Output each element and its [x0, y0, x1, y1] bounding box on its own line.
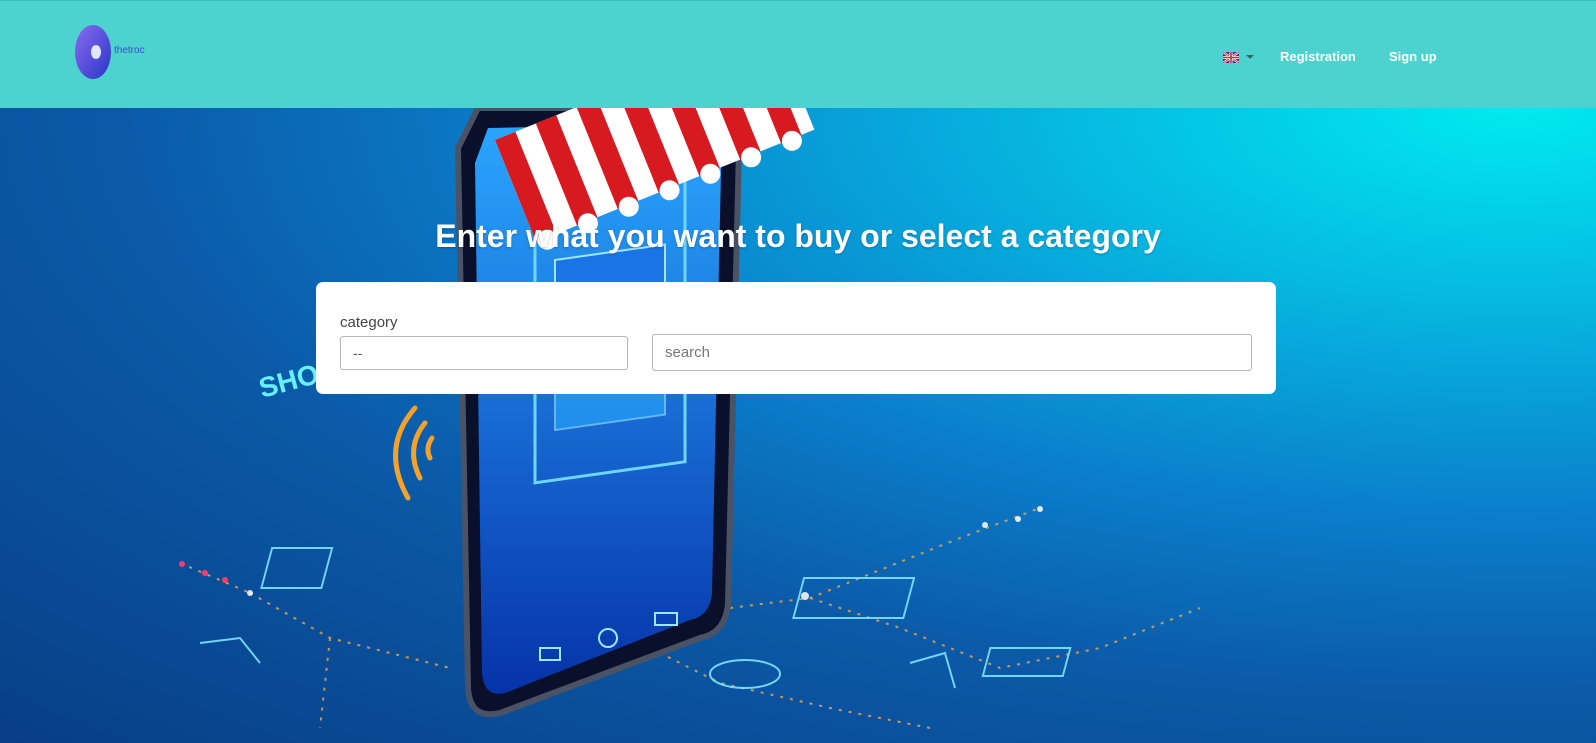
search-input[interactable] [652, 334, 1252, 371]
category-select[interactable]: -- [340, 336, 628, 370]
signup-link[interactable]: Sign up [1389, 49, 1437, 64]
chevron-down-icon [1246, 55, 1254, 59]
category-label: category [340, 314, 398, 331]
top-nav: Registration Sign up [1223, 48, 1437, 66]
site-header: thetroc Registration Sign up [0, 0, 1596, 108]
registration-link[interactable]: Registration [1280, 49, 1356, 64]
svg-text:SHO: SHO [256, 358, 323, 404]
hero-title: Enter what you want to buy or select a c… [435, 218, 1161, 254]
logo-text: thetroc [114, 45, 145, 56]
hero-banner: SHO Enter what you want to buy or select… [0, 108, 1596, 743]
uk-flag-icon [1223, 51, 1239, 63]
search-card: category -- [316, 282, 1276, 394]
logo-icon [75, 25, 111, 79]
logo[interactable]: thetroc [74, 23, 164, 81]
shop-phone-illustration: SHO [179, 108, 1201, 729]
language-selector[interactable] [1223, 51, 1254, 63]
